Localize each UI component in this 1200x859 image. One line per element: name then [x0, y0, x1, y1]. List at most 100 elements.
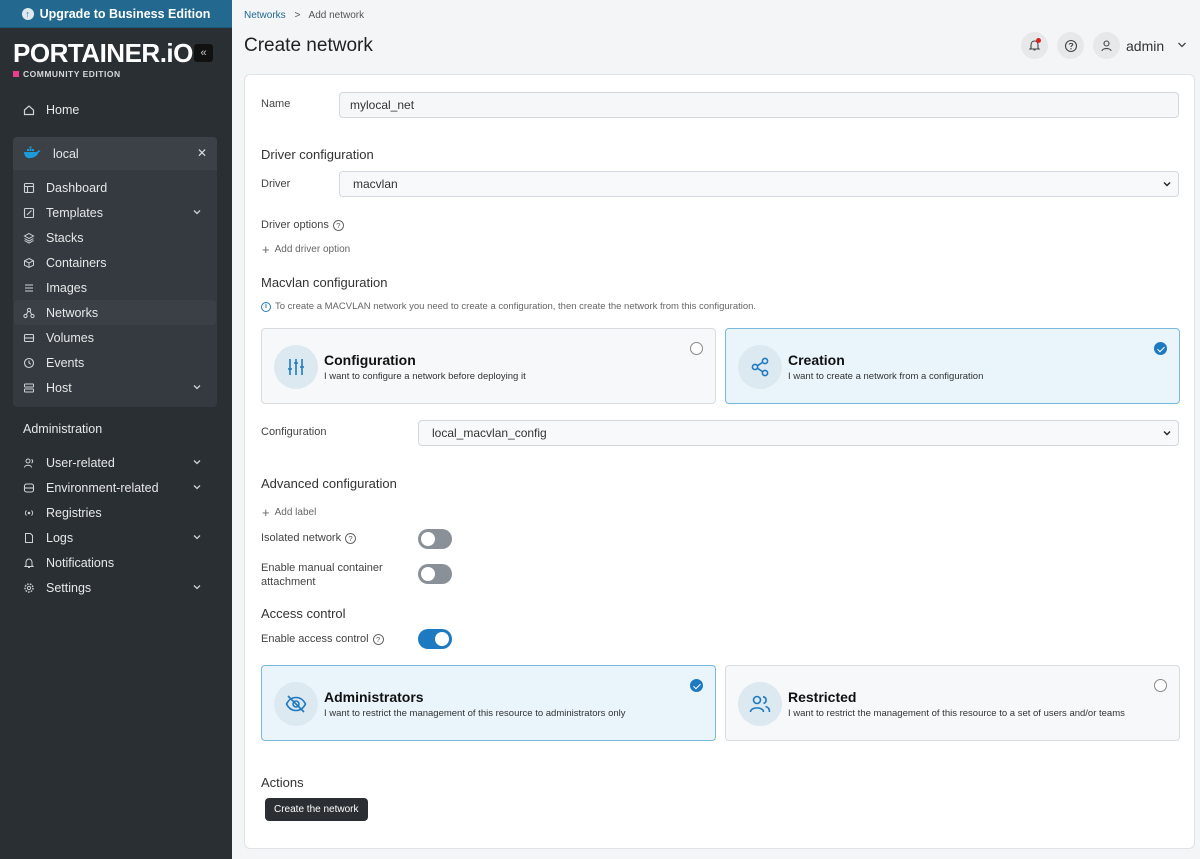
- access-control-title: Access control: [261, 606, 346, 621]
- name-label: Name: [261, 98, 291, 110]
- sidebar-item-networks[interactable]: Networks: [14, 300, 216, 325]
- close-icon[interactable]: ✕: [197, 146, 207, 160]
- option-radio[interactable]: [690, 342, 703, 355]
- isolated-network-toggle[interactable]: [418, 529, 452, 549]
- environment-header[interactable]: local ✕: [13, 137, 217, 170]
- chevron-down-icon[interactable]: [1176, 39, 1188, 51]
- advanced-configuration-title: Advanced configuration: [261, 476, 397, 491]
- add-driver-option-link[interactable]: + Add driver option: [262, 242, 350, 257]
- help-icon[interactable]: ?: [372, 633, 384, 645]
- sidebar-item-templates[interactable]: Templates: [14, 200, 216, 225]
- access-option-restricted[interactable]: Restricted I want to restrict the manage…: [725, 665, 1180, 741]
- sidebar-item-stacks[interactable]: Stacks: [14, 225, 216, 250]
- logs-icon: [22, 531, 36, 545]
- help-icon[interactable]: ?: [345, 532, 357, 544]
- create-network-form: Name mylocal_net Driver configuration Dr…: [244, 74, 1195, 849]
- name-input[interactable]: mylocal_net: [339, 92, 1179, 118]
- access-control-toggle[interactable]: [418, 629, 452, 649]
- collapse-sidebar-button[interactable]: «: [194, 44, 213, 62]
- logo-text: PORTAINER.iO: [13, 38, 193, 68]
- sidebar-item-home[interactable]: Home: [14, 97, 216, 122]
- environment-icon: [22, 481, 36, 495]
- page-title: Create network: [244, 35, 373, 56]
- stacks-icon: [22, 231, 36, 245]
- option-radio[interactable]: [1154, 679, 1167, 692]
- help-button[interactable]: [1057, 32, 1084, 59]
- events-icon: [22, 356, 36, 370]
- option-title: Restricted: [788, 689, 857, 705]
- actions-title: Actions: [261, 775, 304, 790]
- manual-attachment-label: Enable manual container attachment: [261, 562, 383, 588]
- option-description: I want to restrict the management of thi…: [788, 708, 1125, 719]
- brand-logo[interactable]: PORTAINER.iO COMMUNITY EDITION: [13, 40, 193, 79]
- images-icon: [22, 281, 36, 295]
- option-radio-checked[interactable]: [1154, 342, 1167, 355]
- configuration-select[interactable]: local_macvlan_config: [418, 420, 1179, 446]
- option-radio-checked[interactable]: [690, 679, 703, 692]
- chevron-down-icon: [192, 481, 202, 495]
- configuration-select-value: local_macvlan_config: [432, 426, 547, 440]
- notifications-button[interactable]: [1021, 32, 1048, 59]
- create-network-button[interactable]: Create the network: [265, 798, 368, 821]
- user-icon: [1101, 40, 1112, 52]
- chevron-down-icon: [192, 456, 202, 470]
- sidebar-item-volumes[interactable]: Volumes: [14, 325, 216, 350]
- macvlan-option-creation[interactable]: Creation I want to create a network from…: [725, 328, 1180, 404]
- sidebar-item-notifications[interactable]: Notifications: [14, 550, 216, 575]
- add-label-link[interactable]: + Add label: [262, 505, 316, 520]
- users-icon: [738, 682, 782, 726]
- driver-options-label: Driver options: [261, 219, 329, 231]
- manual-attachment-toggle[interactable]: [418, 564, 452, 584]
- help-icon[interactable]: ?: [332, 219, 344, 231]
- users-icon: [22, 456, 36, 470]
- option-description: I want to restrict the management of thi…: [324, 708, 626, 719]
- bell-icon: [22, 556, 36, 570]
- containers-icon: [22, 256, 36, 270]
- host-icon: [22, 381, 36, 395]
- sidebar-item-environment-related[interactable]: Environment-related: [14, 475, 216, 500]
- sidebar-item-images[interactable]: Images: [14, 275, 216, 300]
- configuration-label: Configuration: [261, 426, 327, 438]
- access-option-administrators[interactable]: Administrators I want to restrict the ma…: [261, 665, 716, 741]
- networks-icon: [22, 306, 36, 320]
- user-menu-name[interactable]: admin: [1126, 38, 1164, 54]
- macvlan-option-configuration[interactable]: Configuration I want to configure a netw…: [261, 328, 716, 404]
- option-title: Administrators: [324, 689, 424, 705]
- driver-select[interactable]: macvlan: [339, 171, 1179, 197]
- isolated-network-label: Isolated network: [261, 532, 342, 544]
- sidebar-item-registries[interactable]: Registries: [14, 500, 216, 525]
- user-avatar[interactable]: [1093, 32, 1120, 59]
- registries-icon: [22, 506, 36, 520]
- access-control-label: Enable access control: [261, 633, 369, 645]
- sidebar-item-logs[interactable]: Logs: [14, 525, 216, 550]
- sidebar-item-user-related[interactable]: User-related: [14, 450, 216, 475]
- eye-off-icon: [274, 682, 318, 726]
- sidebar-item-containers[interactable]: Containers: [14, 250, 216, 275]
- share-icon: [738, 345, 782, 389]
- driver-select-value: macvlan: [353, 177, 398, 191]
- sidebar-item-dashboard[interactable]: Dashboard: [14, 175, 216, 200]
- templates-icon: [22, 206, 36, 220]
- notification-dot: [1036, 38, 1041, 43]
- docker-icon: [23, 146, 41, 162]
- edition-square: [13, 71, 19, 77]
- volumes-icon: [22, 331, 36, 345]
- breadcrumb-current: Add network: [308, 10, 365, 21]
- environment-name: local: [53, 146, 79, 161]
- upgrade-banner[interactable]: ↑ Upgrade to Business Edition: [0, 0, 232, 28]
- chevron-down-icon: [192, 581, 202, 595]
- administration-title: Administration: [23, 422, 103, 436]
- sidebar-item-settings[interactable]: Settings: [14, 575, 216, 600]
- option-title: Creation: [788, 352, 845, 368]
- option-title: Configuration: [324, 352, 416, 368]
- plus-icon: +: [262, 505, 270, 520]
- chevron-down-icon: [192, 206, 202, 220]
- upgrade-label: Upgrade to Business Edition: [39, 6, 211, 21]
- option-description: I want to configure a network before dep…: [324, 371, 526, 382]
- sidebar-item-host[interactable]: Host: [14, 375, 216, 400]
- driver-label: Driver: [261, 178, 291, 190]
- macvlan-info: i To create a MACVLAN network you need to…: [261, 301, 756, 312]
- chevron-down-icon: [192, 381, 202, 395]
- sidebar-item-events[interactable]: Events: [14, 350, 216, 375]
- breadcrumb-networks-link[interactable]: Networks: [244, 10, 286, 21]
